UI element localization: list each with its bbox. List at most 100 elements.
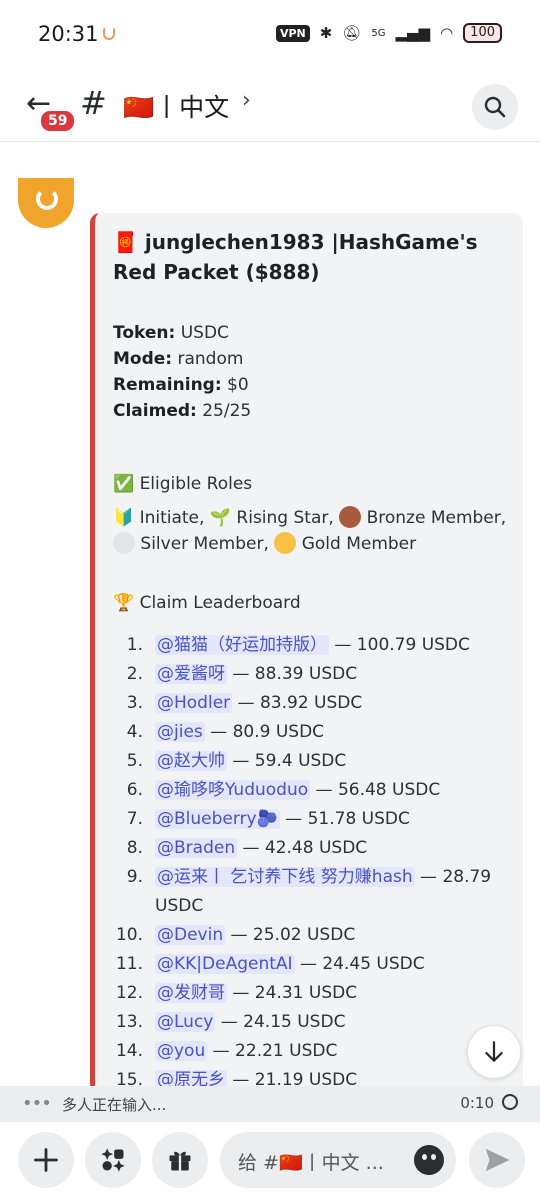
user-mention[interactable]: @jies — [155, 722, 205, 742]
leaderboard-rank: 13. — [115, 1012, 143, 1032]
field-label: Mode: — [113, 349, 173, 369]
claim-amount: — 51.78 USDC — [279, 809, 410, 829]
typing-dots-icon: ••• — [22, 1093, 52, 1114]
field-claimed: Claimed: 25/25 — [113, 401, 251, 421]
search-button[interactable] — [472, 84, 518, 130]
leaderboard-rank: 8. — [126, 838, 143, 858]
scroll-to-bottom-button[interactable] — [467, 1025, 521, 1079]
field-value: random — [177, 349, 244, 369]
avatar-logo-icon — [36, 188, 58, 210]
claim-amount: — 24.15 USDC — [215, 1012, 346, 1032]
user-mention[interactable]: @KK|DeAgentAI — [155, 954, 295, 974]
avatar[interactable] — [18, 178, 74, 228]
send-button[interactable] — [469, 1132, 525, 1188]
leaderboard-row: 9. @运来丨 乞讨养下线 努力赚hash — 28.79 USDC — [113, 863, 513, 921]
leaderboard-rank: 7. — [126, 809, 143, 829]
leaderboard-row: 14. @you — 22.21 USDC — [113, 1037, 513, 1066]
user-mention[interactable]: @爱酱呀 — [155, 664, 227, 684]
status-bar: 20:31 VPN ✱ 🔕︎ 5G ▂▄▆ ◠ 100 — [0, 0, 540, 70]
typing-indicator-bar: ••• 多人正在输入... 0:10 — [0, 1086, 540, 1122]
user-mention[interactable]: @发财哥 — [155, 983, 227, 1003]
role-gold: Gold Member — [296, 534, 417, 554]
claim-amount: — 83.92 USDC — [232, 693, 363, 713]
network-type-label: 5G — [371, 27, 386, 39]
user-mention[interactable]: @猫猫（好运加持版） — [155, 635, 329, 655]
claim-amount: — 24.45 USDC — [294, 954, 425, 974]
leaderboard-row: 12. @发财哥 — 24.31 USDC — [113, 979, 513, 1008]
mute-icon: 🔕︎ — [342, 24, 362, 42]
leaderboard-rank: 4. — [126, 722, 143, 742]
arrow-down-icon — [485, 1041, 503, 1062]
eligible-roles-title: ✅ Eligible Roles — [113, 474, 253, 494]
bluetooth-icon: ✱ — [319, 24, 333, 42]
role-initiate-icon: 🔰 — [113, 508, 140, 528]
field-value: $0 — [227, 375, 249, 395]
field-token: Token: USDC — [113, 323, 229, 343]
role-bronze: Bronze Member, — [361, 508, 507, 528]
claim-amount: — 100.79 USDC — [329, 635, 470, 655]
field-mode: Mode: random — [113, 349, 243, 369]
claim-amount: — 25.02 USDC — [225, 925, 356, 945]
message-composer: 给 #🇨🇳丨中文 ... — [0, 1122, 540, 1199]
status-time: 20:31 — [38, 22, 99, 46]
typing-text: 多人正在输入... — [62, 1096, 167, 1114]
message-input[interactable]: 给 #🇨🇳丨中文 ... — [220, 1132, 456, 1188]
leaderboard-row: 5. @赵大帅 — 59.4 USDC — [113, 747, 513, 776]
bronze-circle-icon — [339, 506, 362, 528]
field-label: Claimed: — [113, 401, 197, 421]
silver-circle-icon — [113, 532, 135, 554]
apps-button[interactable] — [85, 1132, 141, 1188]
apps-sparkle-icon — [101, 1148, 125, 1172]
role-initiate: Initiate, — [139, 508, 210, 528]
user-mention[interactable]: @you — [155, 1041, 208, 1061]
leaderboard-rank: 12. — [115, 983, 143, 1003]
channel-title[interactable]: 🇨🇳丨中文 — [123, 88, 229, 124]
leaderboard-row: 6. @瑜哆哆Yuduoduo — 56.48 USDC — [113, 776, 513, 805]
claim-amount: — 88.39 USDC — [227, 664, 358, 684]
embed-title: 🧧 junglechen1983 |HashGame's Red Packet … — [113, 230, 478, 284]
gold-circle-icon — [274, 532, 297, 554]
search-icon — [484, 96, 506, 118]
role-rising-star: Rising Star, — [236, 508, 340, 528]
user-mention[interactable]: @Devin — [155, 925, 226, 945]
chevron-right-icon[interactable]: › — [242, 88, 251, 113]
wifi-icon: ◠ — [440, 24, 454, 42]
add-attachment-button[interactable] — [18, 1132, 74, 1188]
leaderboard-rank: 2. — [126, 664, 143, 684]
user-mention[interactable]: @Hodler — [155, 693, 233, 713]
leaderboard-rank: 10. — [115, 925, 143, 945]
role-silver: Silver Member, — [135, 534, 275, 554]
stopwatch-icon — [502, 1094, 518, 1110]
back-button[interactable]: ← 59 — [22, 84, 78, 134]
plus-icon — [34, 1148, 58, 1172]
leaderboard-row: 3. @Hodler — 83.92 USDC — [113, 689, 513, 718]
user-mention[interactable]: @运来丨 乞讨养下线 努力赚hash — [155, 867, 415, 887]
user-mention[interactable]: @瑜哆哆Yuduoduo — [155, 780, 311, 800]
user-mention[interactable]: @Braden — [155, 838, 238, 858]
slowmode-timer: 0:10 — [460, 1094, 494, 1112]
user-mention[interactable]: @Lucy — [155, 1012, 216, 1032]
user-mention[interactable]: @Blueberry🫐 — [155, 809, 280, 829]
gift-button[interactable] — [152, 1132, 208, 1188]
field-label: Token: — [113, 323, 176, 343]
leaderboard-rank: 9. — [126, 867, 143, 887]
status-icons: VPN ✱ 🔕︎ 5G ▂▄▆ ◠ 100 — [275, 23, 502, 43]
leaderboard-row: 10. @Devin — 25.02 USDC — [113, 921, 513, 950]
user-mention[interactable]: @赵大帅 — [155, 751, 227, 771]
leaderboard-row: 7. @Blueberry🫐 — 51.78 USDC — [113, 805, 513, 834]
vpn-icon: VPN — [275, 24, 310, 42]
gift-icon — [169, 1151, 191, 1171]
send-icon — [485, 1148, 510, 1172]
leaderboard-row: 2. @爱酱呀 — 88.39 USDC — [113, 660, 513, 689]
claim-amount: — 59.4 USDC — [227, 751, 347, 771]
field-value: 25/25 — [202, 401, 252, 421]
leaderboard-title: 🏆 Claim Leaderboard — [113, 593, 301, 613]
leaderboard-row: 11. @KK|DeAgentAI — 24.45 USDC — [113, 950, 513, 979]
message-input-placeholder: 给 #🇨🇳丨中文 ... — [238, 1152, 384, 1174]
app-notification-icon — [103, 28, 115, 40]
emoji-picker-icon[interactable] — [414, 1145, 444, 1175]
channel-hash-icon: # — [80, 84, 107, 122]
field-remaining: Remaining: $0 — [113, 375, 249, 395]
claim-amount: — 56.48 USDC — [310, 780, 441, 800]
unread-badge: 59 — [38, 108, 78, 134]
